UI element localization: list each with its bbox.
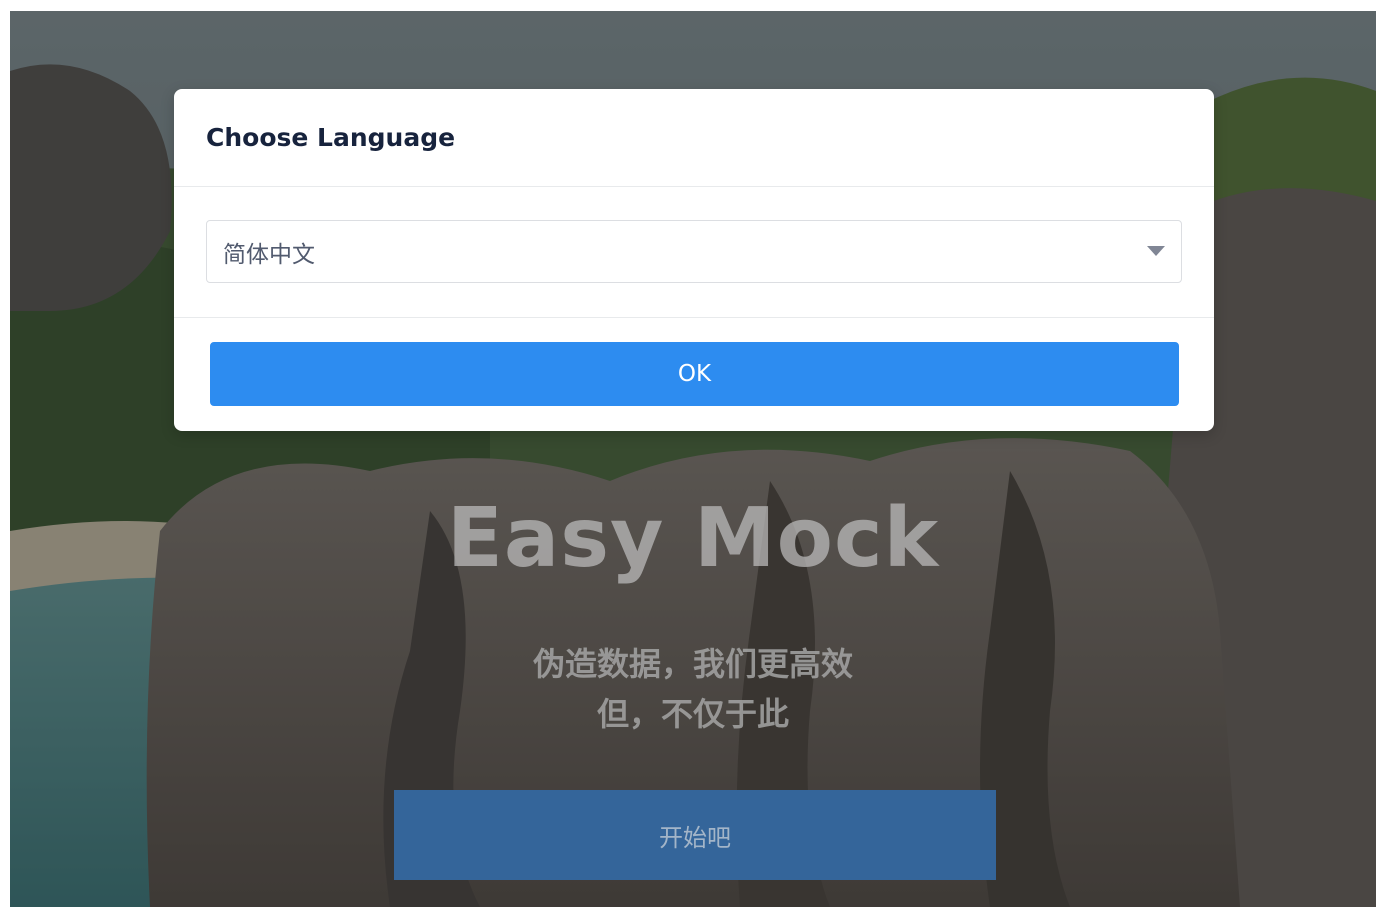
hero-subtitle: 伪造数据，我们更高效 但，不仅于此 xyxy=(10,639,1376,739)
hero-subtitle-line-1: 伪造数据，我们更高效 xyxy=(532,645,853,683)
language-select-value: 简体中文 xyxy=(223,241,315,268)
caret-down-icon xyxy=(1147,246,1165,256)
app-viewport: Easy Mock 伪造数据，我们更高效 但，不仅于此 开始吧 Choose L… xyxy=(10,11,1376,907)
hero-title: Easy Mock xyxy=(446,491,940,586)
modal-footer: OK xyxy=(174,318,1214,406)
language-select[interactable]: 简体中文 xyxy=(206,220,1182,283)
modal-header: Choose Language xyxy=(174,89,1214,187)
hero-subtitle-line-2: 但，不仅于此 xyxy=(596,695,789,733)
language-modal: Choose Language 简体中文 OK xyxy=(174,89,1214,431)
modal-body: 简体中文 xyxy=(174,187,1214,318)
start-button[interactable]: 开始吧 xyxy=(394,790,996,880)
ok-button[interactable]: OK xyxy=(210,342,1179,406)
modal-title: Choose Language xyxy=(206,123,456,152)
